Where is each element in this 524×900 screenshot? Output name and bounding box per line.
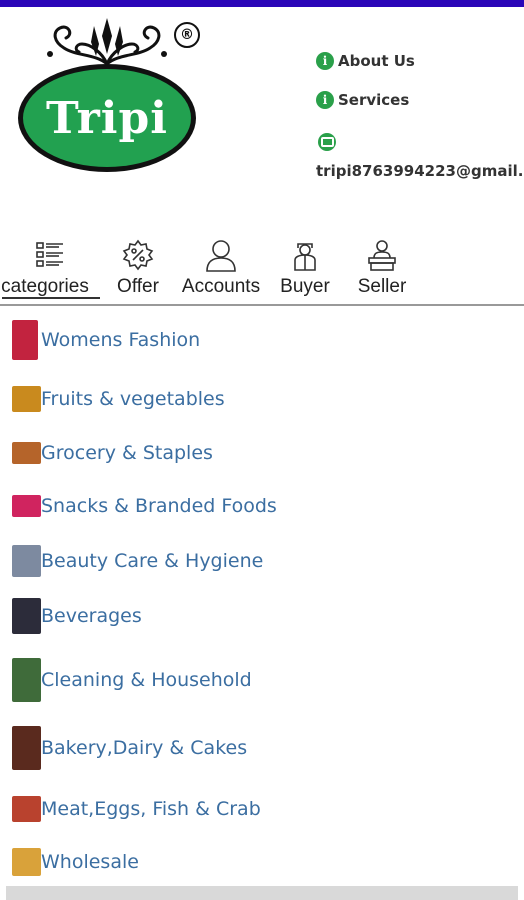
services-link[interactable]: i Services: [316, 91, 409, 109]
cleaning-household-thumb: [12, 658, 41, 702]
beauty-care-thumb: [12, 545, 41, 577]
category-item-grocery-staples[interactable]: Grocery & Staples: [12, 442, 213, 464]
category-label: Fruits & vegetables: [41, 388, 225, 410]
logo-ornament-icon: [47, 18, 167, 66]
womens-fashion-thumb: [12, 320, 38, 360]
tab-accounts[interactable]: Accounts: [176, 238, 266, 298]
category-item-bakery-dairy-cakes[interactable]: Bakery,Dairy & Cakes: [12, 726, 247, 770]
tab-seller-label: Seller: [357, 276, 407, 297]
tab-offer[interactable]: Offer: [108, 238, 168, 298]
category-label: Bakery,Dairy & Cakes: [41, 737, 248, 759]
about-us-label: About Us: [338, 52, 415, 70]
grocery-staples-thumb: [12, 442, 41, 464]
discount-badge-icon: [122, 238, 154, 272]
category-item-womens-fashion[interactable]: Womens Fashion: [12, 320, 200, 360]
tab-seller[interactable]: Seller: [350, 238, 414, 298]
info-icon: i: [316, 91, 334, 109]
divider: [0, 304, 524, 306]
category-item-cleaning-household[interactable]: Cleaning & Household: [12, 658, 252, 702]
tab-accounts-label: Accounts: [181, 276, 261, 297]
category-item-beauty-care-hygiene[interactable]: Beauty Care & Hygiene: [12, 545, 263, 577]
category-item-wholesale[interactable]: Wholesale: [12, 848, 139, 876]
fruits-vegetables-thumb: [12, 386, 41, 412]
list-icon: [34, 238, 66, 272]
category-label: Womens Fashion: [41, 329, 201, 351]
category-label: Wholesale: [41, 851, 139, 873]
tab-categories-label: categories: [1, 276, 89, 297]
category-item-snacks-branded-foods[interactable]: Snacks & Branded Foods: [12, 495, 277, 517]
tab-categories[interactable]: categories: [0, 238, 100, 298]
wholesale-thumb: [12, 848, 41, 876]
registered-mark: ®: [174, 22, 200, 48]
category-label: Snacks & Branded Foods: [41, 495, 277, 517]
services-label: Services: [338, 91, 410, 109]
category-label: Beverages: [41, 605, 142, 627]
category-item-meat-eggs-fish-crab[interactable]: Meat,Eggs, Fish & Crab: [12, 796, 261, 822]
bottom-shadow: [6, 886, 518, 900]
tab-offer-label: Offer: [117, 276, 159, 297]
about-us-link[interactable]: i About Us: [316, 52, 415, 70]
tab-buyer[interactable]: Buyer: [274, 238, 336, 298]
active-tab-indicator: [2, 297, 100, 299]
tab-buyer-label: Buyer: [280, 276, 330, 297]
logo-oval: Tripi: [18, 64, 196, 172]
snacks-thumb: [12, 495, 41, 517]
seller-desk-icon: [366, 238, 398, 272]
tripi-logo[interactable]: Tripi ®: [12, 14, 202, 172]
logo-text: Tripi: [46, 92, 168, 144]
category-item-beverages[interactable]: Beverages: [12, 598, 142, 634]
user-icon: [205, 238, 237, 272]
email-icon: [318, 133, 336, 151]
email-link[interactable]: tripi8763994223@gmail.com: [316, 162, 524, 180]
category-label: Cleaning & Household: [41, 669, 252, 691]
category-label: Beauty Care & Hygiene: [41, 550, 264, 572]
meat-thumb: [12, 796, 41, 822]
top-status-bar: [0, 0, 524, 7]
beverages-thumb: [12, 598, 41, 634]
info-icon: i: [316, 52, 334, 70]
category-label: Grocery & Staples: [41, 442, 213, 464]
nav-tabs: categories Offer Accounts Buyer Seller: [0, 238, 524, 306]
bakery-thumb: [12, 726, 41, 770]
category-label: Meat,Eggs, Fish & Crab: [41, 798, 261, 820]
buyer-icon: [289, 238, 321, 272]
category-item-fruits-vegetables[interactable]: Fruits & vegetables: [12, 386, 225, 412]
